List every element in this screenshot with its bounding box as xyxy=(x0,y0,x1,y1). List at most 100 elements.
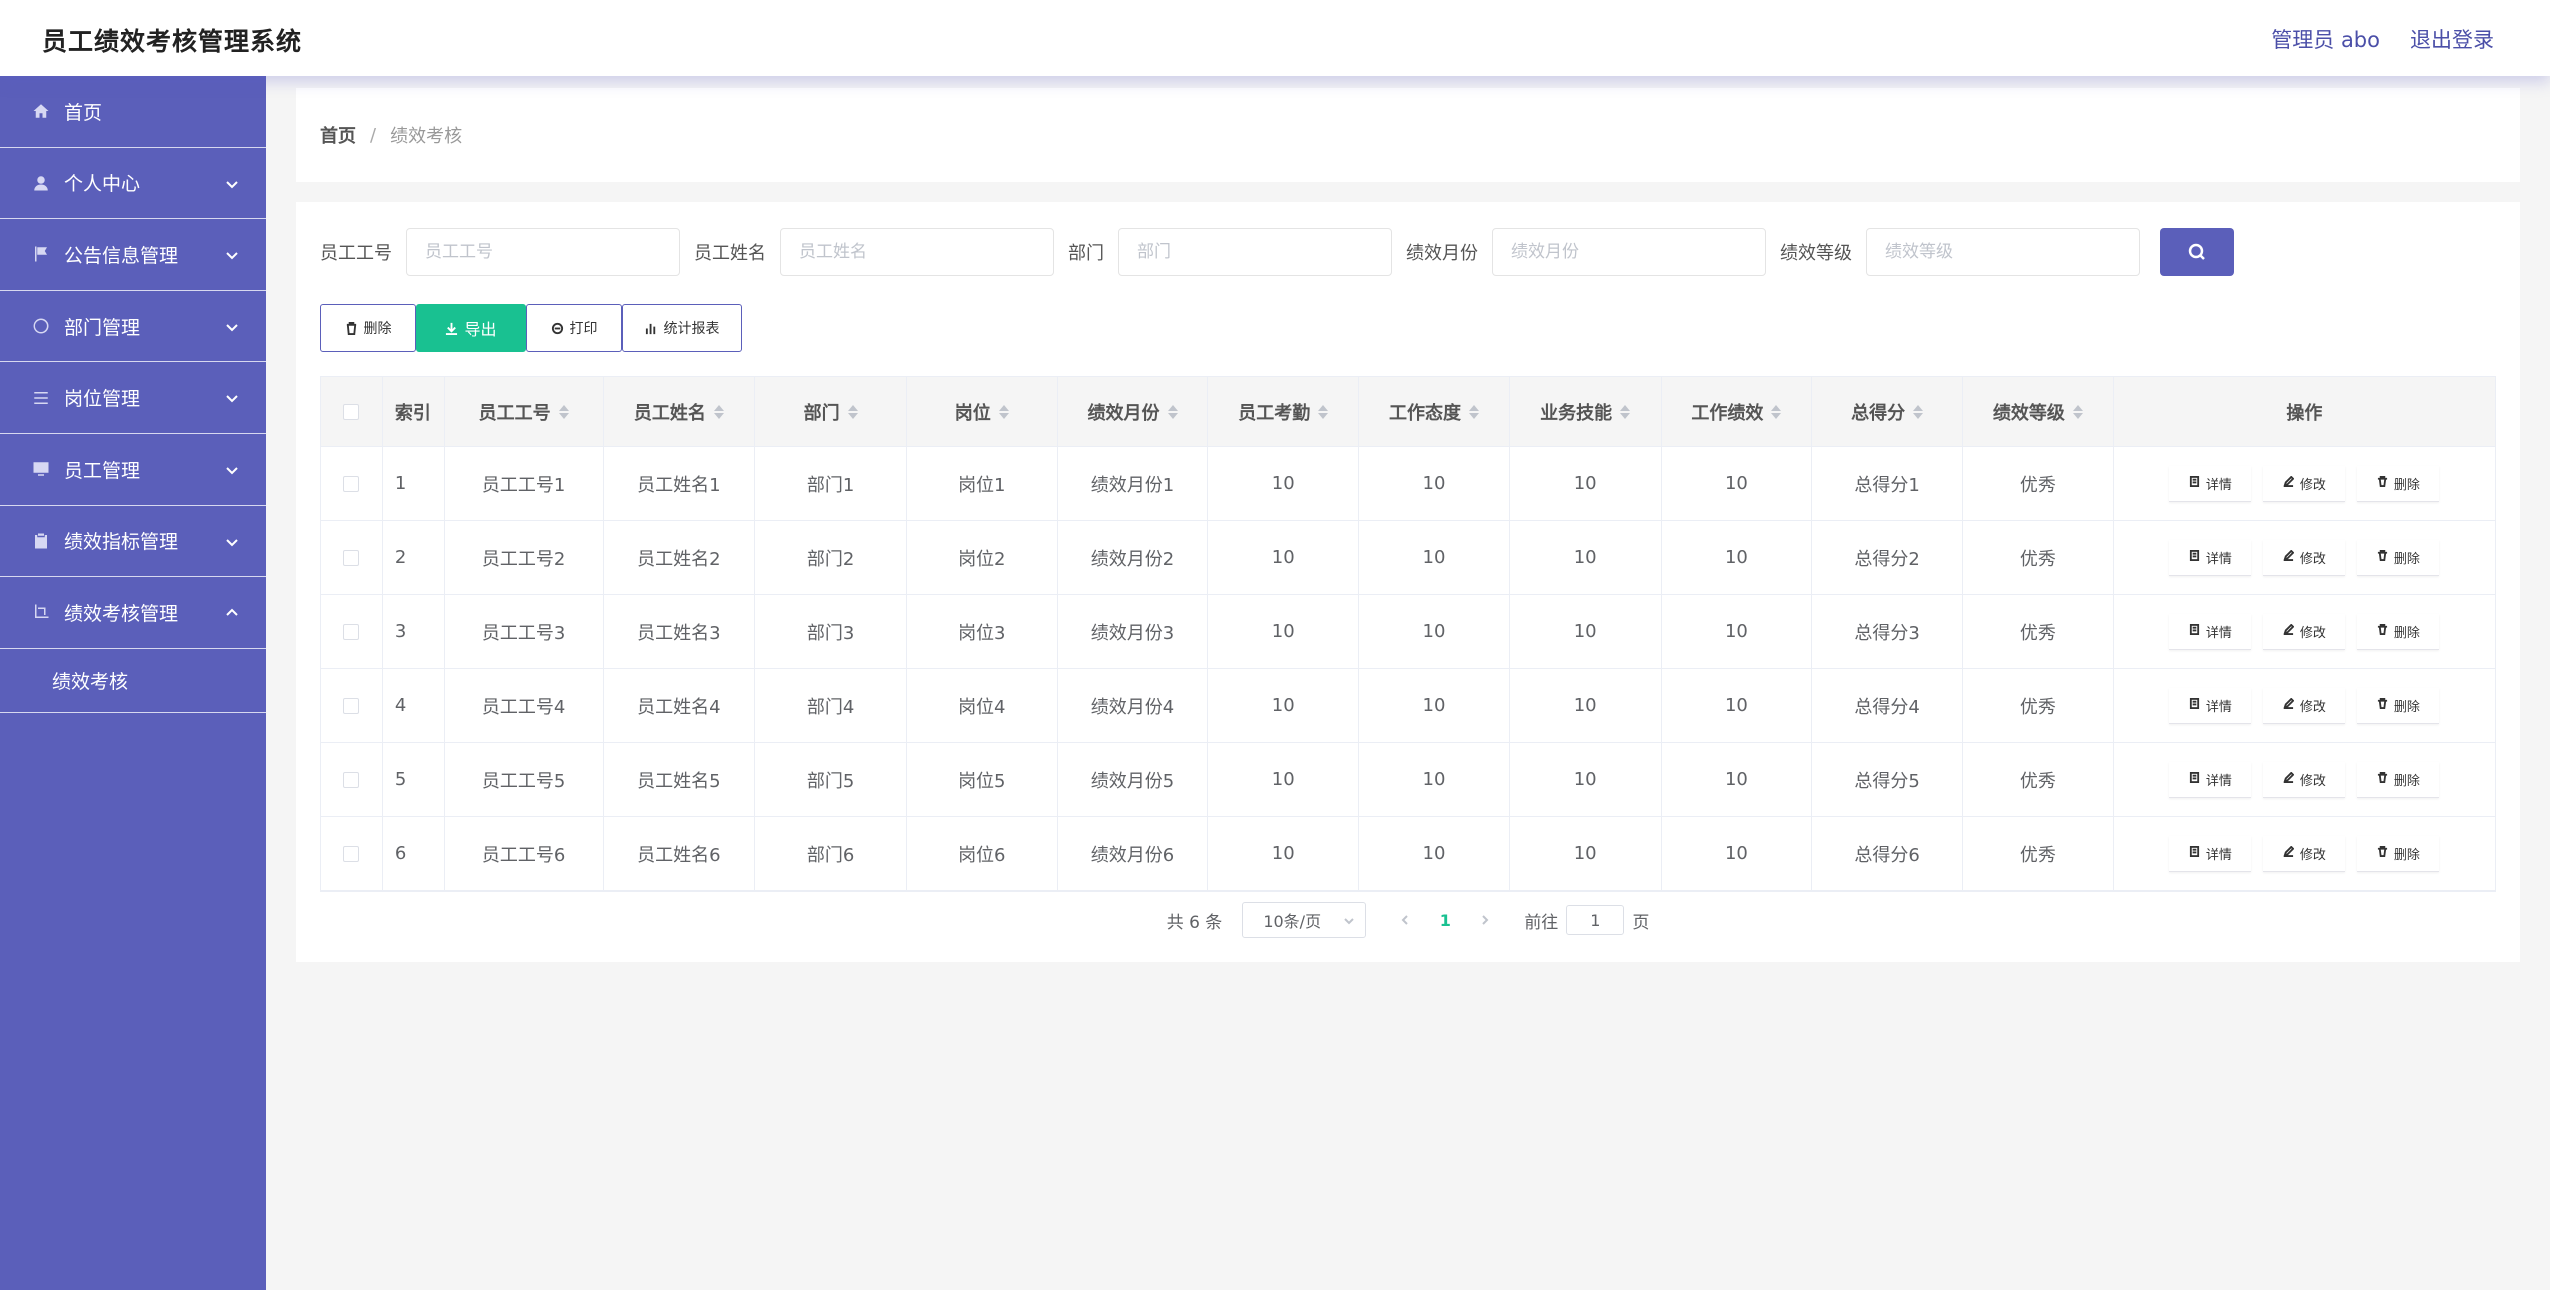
next-page-button[interactable] xyxy=(1470,905,1500,935)
page-number-1[interactable]: 1 xyxy=(1430,911,1460,930)
month-input[interactable] xyxy=(1492,228,1766,276)
row-checkbox[interactable] xyxy=(343,771,360,788)
delete-button[interactable]: 删除 xyxy=(2357,761,2440,798)
prev-page-button[interactable] xyxy=(1390,905,1420,935)
sort-icon[interactable] xyxy=(847,404,858,419)
sidebar-subitem-kpi-assessment[interactable]: 绩效考核 xyxy=(0,649,266,713)
header-performance[interactable]: 工作绩效 xyxy=(1662,377,1813,446)
sidebar-item-announcements[interactable]: 公告信息管理 xyxy=(0,219,266,291)
chevron-down-icon xyxy=(224,461,240,477)
header-emp-name[interactable]: 员工姓名 xyxy=(604,377,756,446)
header-skill[interactable]: 业务技能 xyxy=(1510,377,1662,446)
table-body: 1 员工工号1 员工姓名1 部门1 岗位1 绩效月份1 10 10 10 10 总得分1 优秀 详情 … xyxy=(321,447,2495,891)
logout-link[interactable]: 退出登录 xyxy=(2410,24,2494,54)
edit-button[interactable]: 修改 xyxy=(2263,835,2346,872)
trash-icon xyxy=(2377,697,2388,713)
goto-page-input[interactable] xyxy=(1566,905,1625,935)
header-total-score[interactable]: 总得分 xyxy=(1812,377,1963,446)
page-size-value: 10条/页 xyxy=(1263,912,1322,931)
edit-button[interactable]: 修改 xyxy=(2263,613,2346,650)
emp-name-input[interactable] xyxy=(780,228,1054,276)
month-cell: 绩效月份5 xyxy=(1058,743,1209,816)
sidebar-item-kpi-assessment[interactable]: 绩效考核管理 xyxy=(0,577,266,649)
header-dept[interactable]: 部门 xyxy=(755,377,907,446)
attitude-cell: 10 xyxy=(1359,817,1510,890)
main-content: 首页 / 绩效考核 员工工号 员工姓名 部门 绩效月份 绩效等级 删除 xyxy=(266,76,2550,1290)
export-button[interactable]: 导出 xyxy=(416,304,526,352)
chevron-up-icon xyxy=(224,604,240,620)
sort-icon[interactable] xyxy=(998,404,1009,419)
batch-delete-button[interactable]: 删除 xyxy=(320,304,416,352)
breadcrumb-home[interactable]: 首页 xyxy=(320,122,356,148)
sort-icon[interactable] xyxy=(2072,404,2083,419)
select-all-checkbox[interactable] xyxy=(343,403,360,420)
detail-button[interactable]: 详情 xyxy=(2169,613,2252,650)
sort-icon[interactable] xyxy=(1771,404,1782,419)
edit-button[interactable]: 修改 xyxy=(2263,761,2346,798)
table-row: 1 员工工号1 员工姓名1 部门1 岗位1 绩效月份1 10 10 10 10 总得分1 优秀 详情 … xyxy=(321,447,2495,521)
emp-no-label: 员工工号 xyxy=(320,243,392,264)
chevron-down-icon xyxy=(224,175,240,191)
detail-button[interactable]: 详情 xyxy=(2169,465,2252,502)
header-grade[interactable]: 绩效等级 xyxy=(1963,377,2114,446)
sidebar-item-departments[interactable]: 部门管理 xyxy=(0,291,266,363)
page-size-select[interactable]: 10条/页 xyxy=(1242,902,1367,938)
export-label: 导出 xyxy=(464,320,497,339)
detail-button[interactable]: 详情 xyxy=(2169,539,2252,576)
print-button[interactable]: 打印 xyxy=(526,304,622,352)
sort-icon[interactable] xyxy=(1913,404,1924,419)
edit-button[interactable]: 修改 xyxy=(2263,687,2346,724)
sort-icon[interactable] xyxy=(1318,404,1329,419)
detail-button[interactable]: 详情 xyxy=(2169,687,2252,724)
sort-icon[interactable] xyxy=(713,404,724,419)
pencil-icon xyxy=(2283,845,2295,861)
statistics-report-button[interactable]: 统计报表 xyxy=(622,304,742,352)
dept-cell: 部门4 xyxy=(755,669,907,742)
delete-button[interactable]: 删除 xyxy=(2357,465,2440,502)
home-icon xyxy=(30,100,52,122)
sidebar-item-home[interactable]: 首页 xyxy=(0,76,266,148)
detail-button[interactable]: 详情 xyxy=(2169,761,2252,798)
sidebar-item-kpi-indicators[interactable]: 绩效指标管理 xyxy=(0,506,266,578)
row-checkbox[interactable] xyxy=(343,845,360,862)
row-checkbox[interactable] xyxy=(343,475,360,492)
admin-user-label[interactable]: 管理员 abo xyxy=(2271,24,2380,54)
breadcrumb-separator: / xyxy=(370,124,377,146)
sort-icon[interactable] xyxy=(1167,404,1178,419)
list-icon xyxy=(30,387,52,409)
position-cell: 岗位1 xyxy=(907,447,1058,520)
sort-icon[interactable] xyxy=(558,404,569,419)
grade-cell: 优秀 xyxy=(1963,447,2114,520)
skill-cell: 10 xyxy=(1510,447,1662,520)
attendance-cell: 10 xyxy=(1208,669,1360,742)
search-button[interactable] xyxy=(2160,228,2234,276)
header-position[interactable]: 岗位 xyxy=(907,377,1058,446)
edit-button[interactable]: 修改 xyxy=(2263,465,2346,502)
sidebar-item-employees[interactable]: 员工管理 xyxy=(0,434,266,506)
dept-input[interactable] xyxy=(1118,228,1392,276)
sort-icon[interactable] xyxy=(1468,404,1479,419)
header-month[interactable]: 绩效月份 xyxy=(1058,377,1209,446)
header-attitude[interactable]: 工作态度 xyxy=(1359,377,1510,446)
grade-input[interactable] xyxy=(1866,228,2140,276)
delete-button[interactable]: 删除 xyxy=(2357,539,2440,576)
attendance-cell: 10 xyxy=(1208,743,1360,816)
sidebar-item-personal-center[interactable]: 个人中心 xyxy=(0,148,266,220)
row-checkbox[interactable] xyxy=(343,623,360,640)
row-checkbox[interactable] xyxy=(343,697,360,714)
chevron-down-icon xyxy=(224,389,240,405)
sort-icon[interactable] xyxy=(1620,404,1631,419)
row-checkbox[interactable] xyxy=(343,549,360,566)
sidebar-item-positions[interactable]: 岗位管理 xyxy=(0,362,266,434)
delete-button[interactable]: 删除 xyxy=(2357,835,2440,872)
pagination-total: 共 6 条 xyxy=(1166,912,1223,933)
delete-button[interactable]: 删除 xyxy=(2357,613,2440,650)
index-cell: 2 xyxy=(383,521,445,594)
header-attendance[interactable]: 员工考勤 xyxy=(1208,377,1360,446)
emp-no-input[interactable] xyxy=(406,228,680,276)
detail-button[interactable]: 详情 xyxy=(2169,835,2252,872)
delete-button[interactable]: 删除 xyxy=(2357,687,2440,724)
attitude-cell: 10 xyxy=(1359,595,1510,668)
edit-button[interactable]: 修改 xyxy=(2263,539,2346,576)
header-emp-no[interactable]: 员工工号 xyxy=(445,377,604,446)
